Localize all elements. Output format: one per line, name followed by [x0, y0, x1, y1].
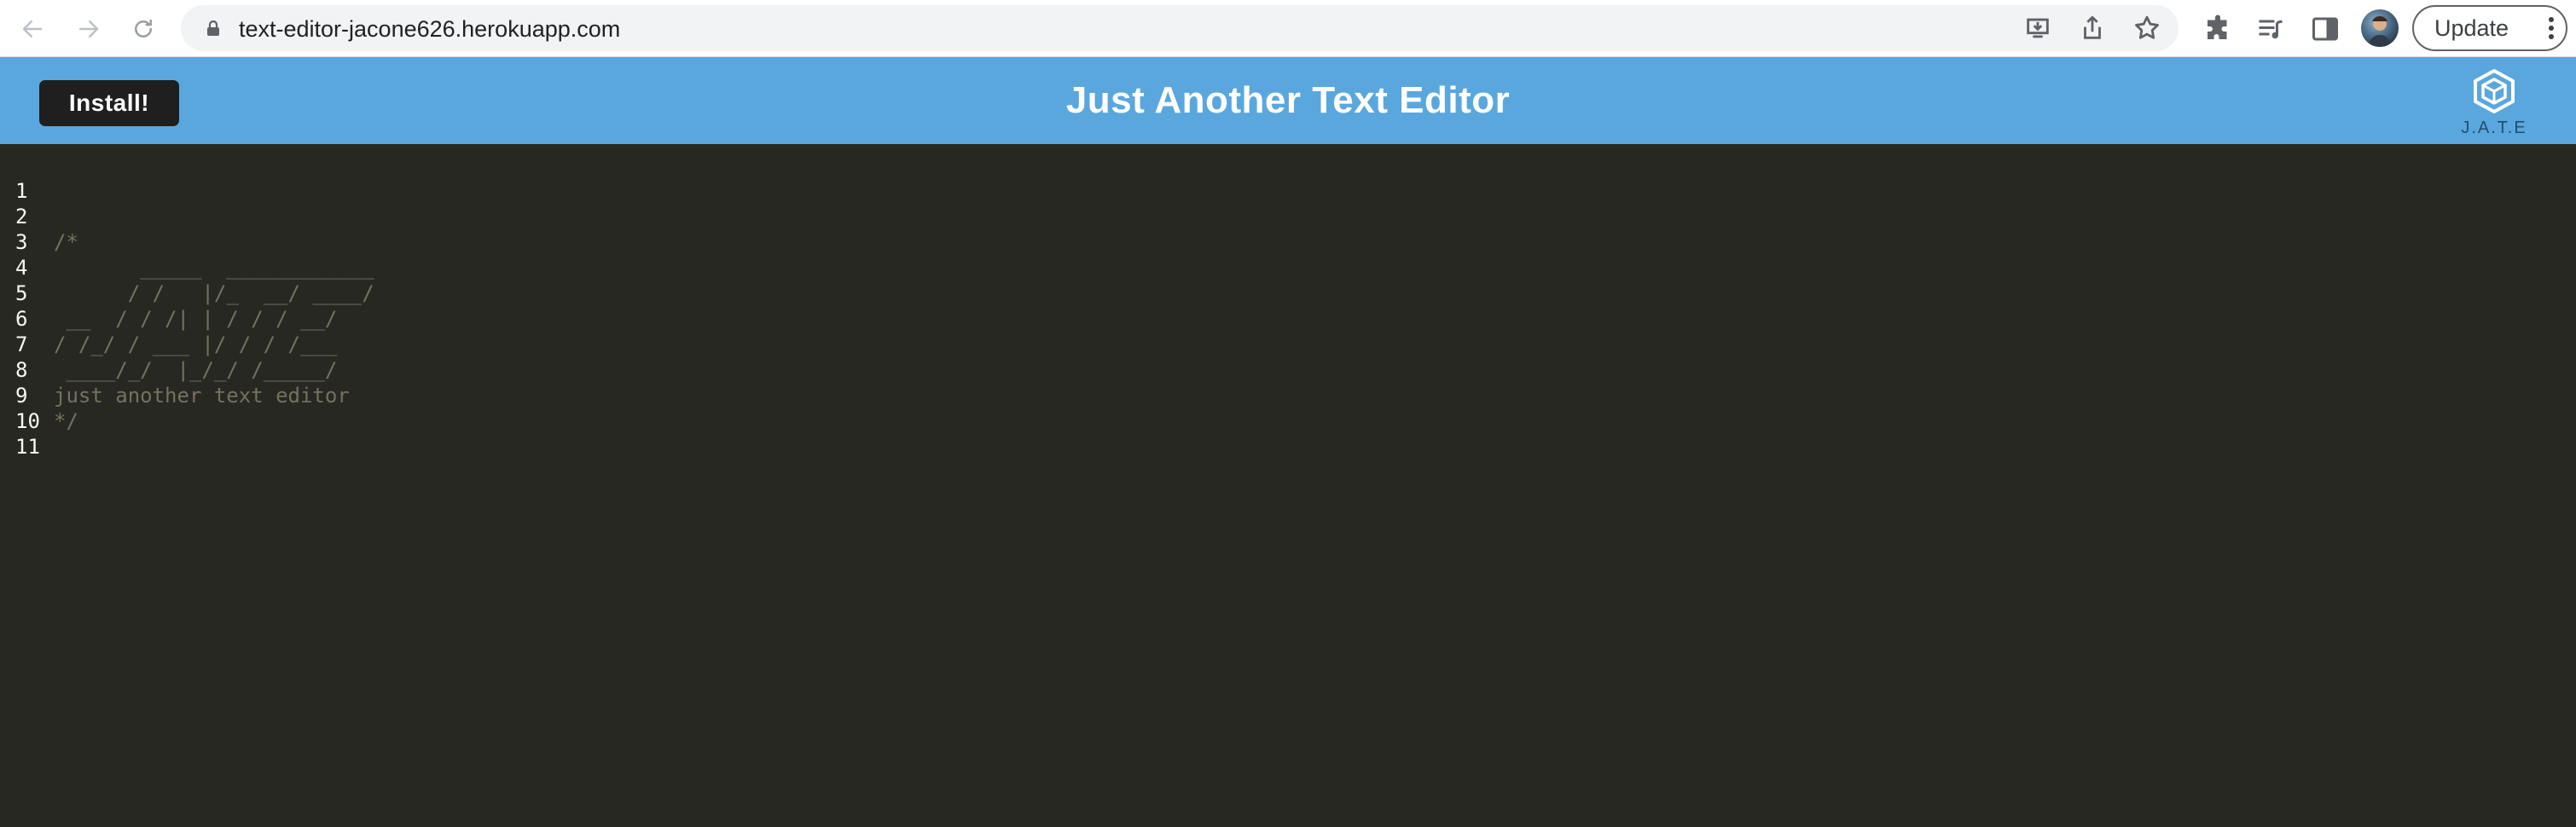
reload-button[interactable]	[125, 10, 162, 48]
share-icon[interactable]	[2078, 14, 2107, 43]
kebab-menu-icon	[2549, 17, 2554, 39]
arrow-right-icon	[78, 20, 99, 38]
jate-logo: J.A.T.E	[2451, 66, 2537, 142]
editor-line[interactable]: 2 /*	[0, 178, 2576, 254]
editor-line[interactable]: 7 ____/_/ |_/_/ /_____/	[0, 306, 2576, 382]
code-editor[interactable]: 1 2 /* 3 _____ ____________ 4 / / |/_ __…	[0, 144, 2576, 827]
forward-button[interactable]	[70, 10, 107, 48]
install-button[interactable]: Install!	[39, 80, 179, 126]
cube-logo-icon	[2474, 69, 2515, 113]
install-app-icon[interactable]	[2023, 14, 2052, 43]
lock-icon[interactable]	[203, 18, 223, 38]
media-list-icon[interactable]	[2255, 14, 2286, 44]
editor-line[interactable]: 6 / /_/ / ___ |/ / / /___	[0, 280, 2576, 356]
address-bar[interactable]: text-editor-jacone626.herokuapp.com	[181, 5, 2179, 51]
arrow-left-icon	[22, 20, 43, 38]
puzzle-icon[interactable]	[2202, 14, 2233, 44]
side-panel-icon[interactable]	[2310, 14, 2341, 44]
editor-line[interactable]: 11	[0, 408, 2576, 459]
editor-line[interactable]: 9 */	[0, 357, 2576, 433]
update-button-label: Update	[2434, 15, 2509, 41]
logo-text: J.A.T.E	[2461, 119, 2527, 137]
editor-line[interactable]: 1	[0, 153, 2576, 203]
line-number: 11	[15, 435, 40, 459]
back-button[interactable]	[14, 10, 51, 48]
update-button[interactable]: Update	[2412, 5, 2567, 51]
editor-line[interactable]: 5 __ / / /| | / / / __/	[0, 255, 2576, 331]
url-text[interactable]: text-editor-jacone626.herokuapp.com	[239, 16, 620, 43]
editor-line[interactable]: 10	[0, 383, 2576, 433]
reload-icon	[135, 19, 152, 38]
browser-toolbar: text-editor-jacone626.herokuapp.com Upda…	[0, 0, 2576, 57]
profile-picture-icon	[2368, 16, 2392, 47]
star-icon[interactable]	[2132, 14, 2161, 43]
avatar[interactable]	[2361, 9, 2399, 47]
editor-line[interactable]: 8 just another text editor	[0, 332, 2576, 408]
app-header: Just Another Text Editor Install! J.A.T.…	[0, 57, 2576, 144]
page-title: Just Another Text Editor	[1065, 79, 1511, 121]
editor-line[interactable]: 3 _____ ____________	[0, 204, 2576, 280]
editor-line[interactable]: 4 / / |/_ __/ ____/	[0, 229, 2576, 305]
